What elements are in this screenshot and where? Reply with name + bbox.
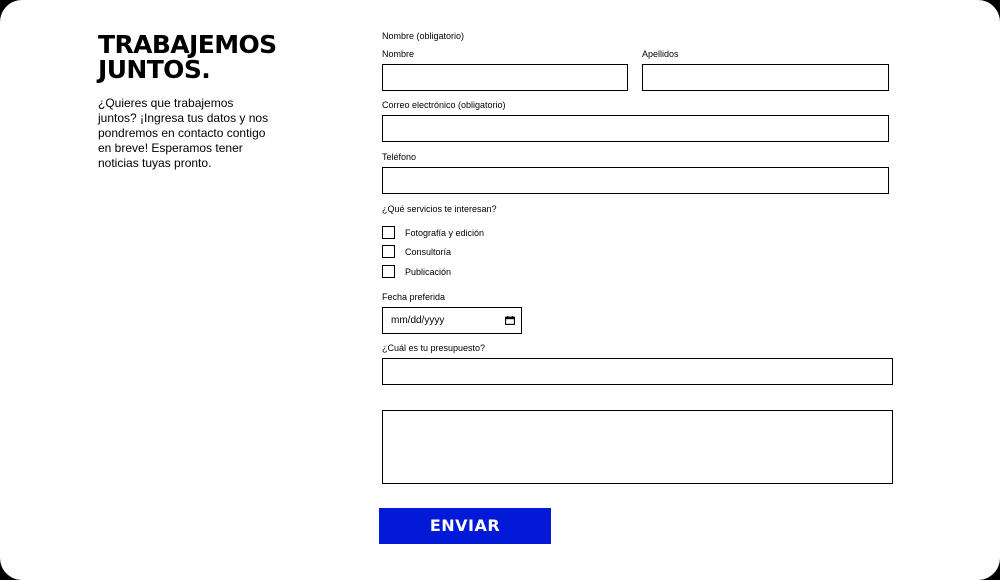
page-title-line-1: TRABAJEMOS (98, 30, 277, 59)
checkbox-publishing-label: Publicación (405, 267, 452, 277)
last-name-input[interactable] (642, 64, 889, 91)
checkbox-photography-label: Fotografía y edición (405, 228, 485, 238)
budget-input[interactable] (382, 358, 893, 385)
contact-card: TRABAJEMOS JUNTOS. ¿Quieres que trabajem… (0, 0, 1000, 580)
last-name-label: Apellidos (642, 49, 679, 59)
email-input[interactable] (382, 115, 889, 142)
phone-input[interactable] (382, 167, 889, 194)
first-name-label: Nombre (382, 49, 415, 59)
page-title-line-2: JUNTOS. (98, 55, 211, 84)
name-group-label: Nombre (obligatorio) (382, 31, 465, 41)
calendar-icon[interactable] (505, 316, 515, 325)
budget-label: ¿Cuál es tu presupuesto? (382, 343, 486, 353)
date-input[interactable]: mm/dd/yyyy (382, 307, 522, 334)
intro-section: TRABAJEMOS JUNTOS. ¿Quieres que trabajem… (98, 32, 283, 171)
date-label: Fecha preferida (382, 292, 446, 302)
date-placeholder: mm/dd/yyyy (391, 315, 445, 326)
checkbox-publishing[interactable] (382, 265, 395, 278)
phone-label: Teléfono (382, 152, 417, 162)
page-title: TRABAJEMOS JUNTOS. (98, 32, 283, 82)
message-textarea[interactable] (382, 410, 893, 484)
submit-button[interactable]: ENVIAR (379, 508, 551, 544)
checkbox-consulting[interactable] (382, 245, 395, 258)
email-label: Correo electrónico (obligatorio) (382, 100, 506, 110)
checkbox-consulting-label: Consultoría (405, 247, 452, 257)
services-label: ¿Qué servicios te interesan? (382, 204, 497, 214)
checkbox-photography[interactable] (382, 226, 395, 239)
intro-description: ¿Quieres que trabajemos juntos? ¡Ingresa… (98, 96, 269, 170)
first-name-input[interactable] (382, 64, 628, 91)
